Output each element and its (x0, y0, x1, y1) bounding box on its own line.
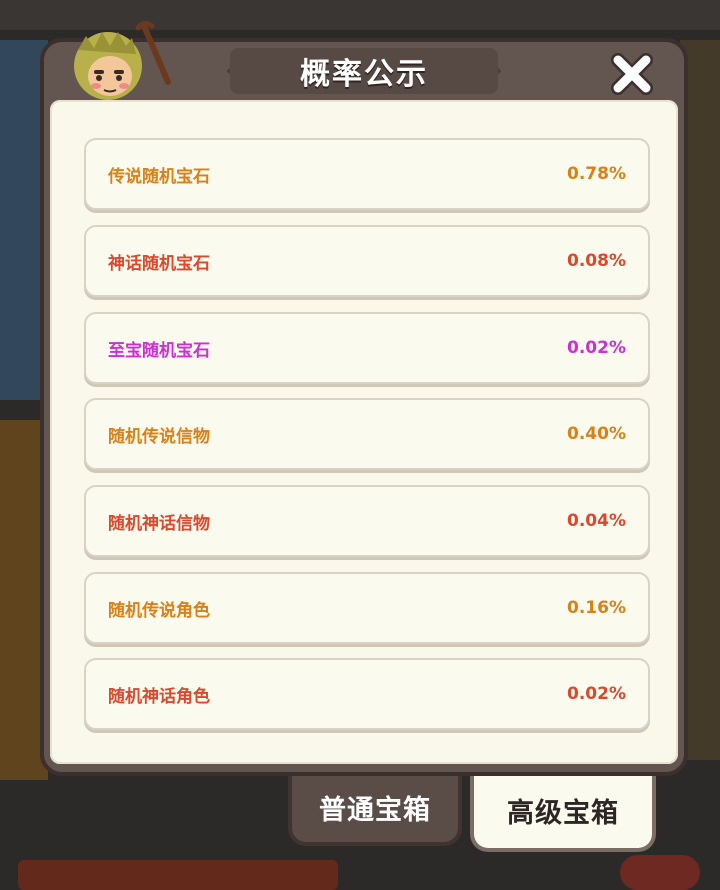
tab-normal-chest[interactable]: 普通宝箱 (288, 772, 462, 846)
item-rate: 0.02% (567, 684, 626, 704)
item-name: 随机传说信物 (108, 426, 210, 447)
tab-advanced-chest[interactable]: 高级宝箱 (470, 772, 656, 852)
list-item: 神话随机宝石 0.08% (84, 225, 650, 297)
item-name: 随机神话角色 (108, 686, 210, 707)
list-item: 随机传说信物 0.40% (84, 398, 650, 470)
title-bar: 概率公示 (230, 48, 498, 94)
background-bottom-button (620, 855, 700, 890)
item-name: 随机传说角色 (108, 600, 210, 621)
close-button[interactable] (606, 48, 658, 100)
item-name: 随机神话信物 (108, 513, 210, 534)
background-bottom-banner (18, 860, 338, 890)
item-rate: 0.40% (567, 424, 626, 444)
item-rate: 0.04% (567, 511, 626, 531)
tab-advanced-chest-label: 高级宝箱 (507, 797, 619, 829)
close-x-icon (611, 53, 653, 95)
item-rate: 0.16% (567, 598, 626, 618)
item-name: 至宝随机宝石 (108, 340, 210, 361)
item-rate: 0.02% (567, 338, 626, 358)
item-rate: 0.08% (567, 251, 626, 271)
list-item: 至宝随机宝石 0.02% (84, 312, 650, 384)
dialog-title: 概率公示 (300, 57, 428, 92)
probability-list-panel: 传说随机宝石 0.78% 神话随机宝石 0.08% 至宝随机宝石 0.02% 随… (50, 100, 678, 764)
list-item: 随机传说角色 0.16% (84, 572, 650, 644)
item-name: 传说随机宝石 (108, 166, 210, 187)
list-item: 传说随机宝石 0.78% (84, 138, 650, 210)
item-name: 神话随机宝石 (108, 253, 210, 274)
item-rate: 0.78% (567, 164, 626, 184)
list-item: 随机神话信物 0.04% (84, 485, 650, 557)
durian-mascot-icon (74, 20, 171, 100)
probability-dialog: 概率公示 传说随机宝石 0.78% 神话随机宝石 0.08% 至宝随机宝石 0.… (40, 20, 688, 776)
tab-normal-chest-label: 普通宝箱 (319, 794, 431, 826)
list-item: 随机神话角色 0.02% (84, 658, 650, 730)
